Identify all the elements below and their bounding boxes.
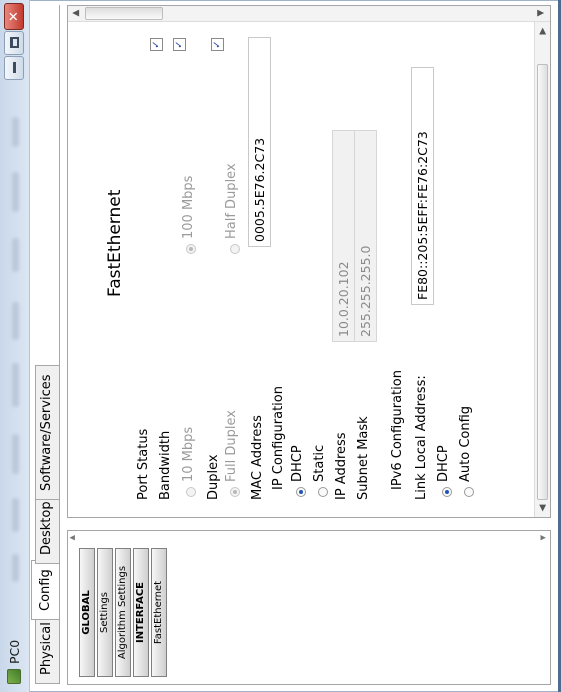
bandwidth-10mbps-radio[interactable] [186, 487, 196, 497]
bandwidth-label: Bandwidth [158, 430, 173, 500]
minimize-icon[interactable] [4, 56, 24, 80]
ipv6-dhcp-label: DHCP [436, 445, 451, 482]
subnet-mask-label: Subnet Mask [356, 416, 371, 500]
ipv6-auto-config-label: Auto Config [458, 405, 473, 482]
maximize-icon[interactable] [4, 31, 24, 55]
tab-software-services[interactable]: Software/Services [35, 365, 59, 500]
duplex-full-radio[interactable] [230, 487, 240, 497]
port-status-label: Port Status [136, 428, 151, 500]
blurred-menu-text [12, 363, 19, 407]
tab-strip-line [59, 5, 60, 684]
ipv6-dhcp-radio[interactable] [442, 487, 452, 497]
blurred-menu-text [12, 238, 19, 272]
bandwidth-10mbps-label: 10 Mbps [181, 426, 196, 482]
window-title: PC0 [7, 639, 22, 664]
bandwidth-100mbps-label: 100 Mbps [181, 175, 196, 239]
link-local-address-label: Link Local Address: [414, 375, 429, 500]
tab-config[interactable]: Config [31, 560, 60, 620]
scroll-right-arrow-icon[interactable]: ▶ [535, 24, 551, 38]
sidebar-item-interface[interactable]: INTERFACE [133, 548, 149, 677]
ip-static-label: Static [312, 444, 327, 482]
ipv6-configuration-label: IPv6 Configuration [390, 370, 405, 490]
link-local-address-field[interactable]: FE80::205:5EFF:FE76:2C73 [411, 67, 434, 305]
sidebar-item-global[interactable]: GLOBAL [79, 548, 95, 677]
sidebar-item-settings[interactable]: Settings [97, 548, 113, 677]
sidebar-scroll-down-icon[interactable]: ▼ [539, 531, 550, 684]
scroll-left-arrow-icon[interactable]: ◀ [535, 501, 551, 515]
scroll-down-arrow-icon[interactable]: ▼ [534, 5, 548, 21]
bandwidth-auto-checkbox[interactable]: ✓ [173, 38, 186, 51]
blurred-menu-text [12, 172, 19, 212]
sidebar-scroll-up-icon[interactable]: ▲ [68, 531, 79, 684]
sidebar-item-algorithm-settings[interactable]: Algorithm Settings [115, 548, 131, 677]
pc-icon [7, 669, 21, 684]
blurred-menu-text [12, 434, 19, 474]
horizontal-scrollbar-track[interactable]: ◀ ▶ [534, 22, 550, 517]
blurred-menu-text [12, 302, 19, 340]
ipv6-auto-config-radio[interactable] [464, 487, 474, 497]
ip-static-radio[interactable] [318, 487, 328, 497]
scroll-up-arrow-icon[interactable]: ▲ [69, 5, 83, 21]
duplex-auto-checkbox[interactable]: ✓ [211, 38, 224, 51]
mac-address-label: MAC Address [250, 415, 265, 500]
settings-panel: ▲ ▼ FastEthernet Port Status ✓ Bandwidth… [67, 5, 551, 518]
duplex-half-radio[interactable] [230, 244, 240, 254]
rotated-window-view: PC0 ✕ Physical Config Desktop Software/S… [0, 0, 561, 692]
bandwidth-100mbps-radio[interactable] [186, 244, 196, 254]
port-status-checkbox[interactable]: ✓ [150, 38, 163, 51]
duplex-label: Duplex [206, 454, 221, 500]
sidebar-item-fastethernet[interactable]: FastEthernet [151, 548, 167, 677]
blurred-menu-text [12, 117, 19, 147]
ip-address-label: IP Address [334, 432, 349, 500]
title-bar: PC0 ✕ [0, 0, 30, 692]
vertical-scroll-thumb[interactable] [85, 7, 163, 20]
ip-address-field[interactable]: 10.0.20.102 [332, 130, 355, 342]
duplex-half-label: Half Duplex [224, 163, 239, 239]
blurred-menu-text [12, 554, 19, 582]
horizontal-scroll-thumb[interactable] [537, 64, 548, 500]
tab-desktop[interactable]: Desktop [35, 492, 59, 564]
tab-physical[interactable]: Physical [35, 613, 59, 684]
ip-dhcp-radio[interactable] [296, 487, 306, 497]
sidebar: ▲ GLOBAL Settings Algorithm Settings INT… [67, 530, 551, 685]
subnet-mask-field[interactable]: 255.255.255.0 [354, 130, 377, 342]
ip-configuration-label: IP Configuration [271, 386, 286, 490]
mac-address-field[interactable]: 0005.5E76.2C73 [248, 37, 271, 247]
duplex-full-label: Full Duplex [224, 410, 239, 482]
close-icon[interactable]: ✕ [4, 3, 24, 30]
blurred-menu-text [12, 498, 19, 532]
vertical-scrollbar[interactable]: ▲ ▼ [68, 6, 550, 22]
panel-title: FastEthernet [105, 189, 125, 297]
ip-dhcp-label: DHCP [290, 445, 305, 482]
